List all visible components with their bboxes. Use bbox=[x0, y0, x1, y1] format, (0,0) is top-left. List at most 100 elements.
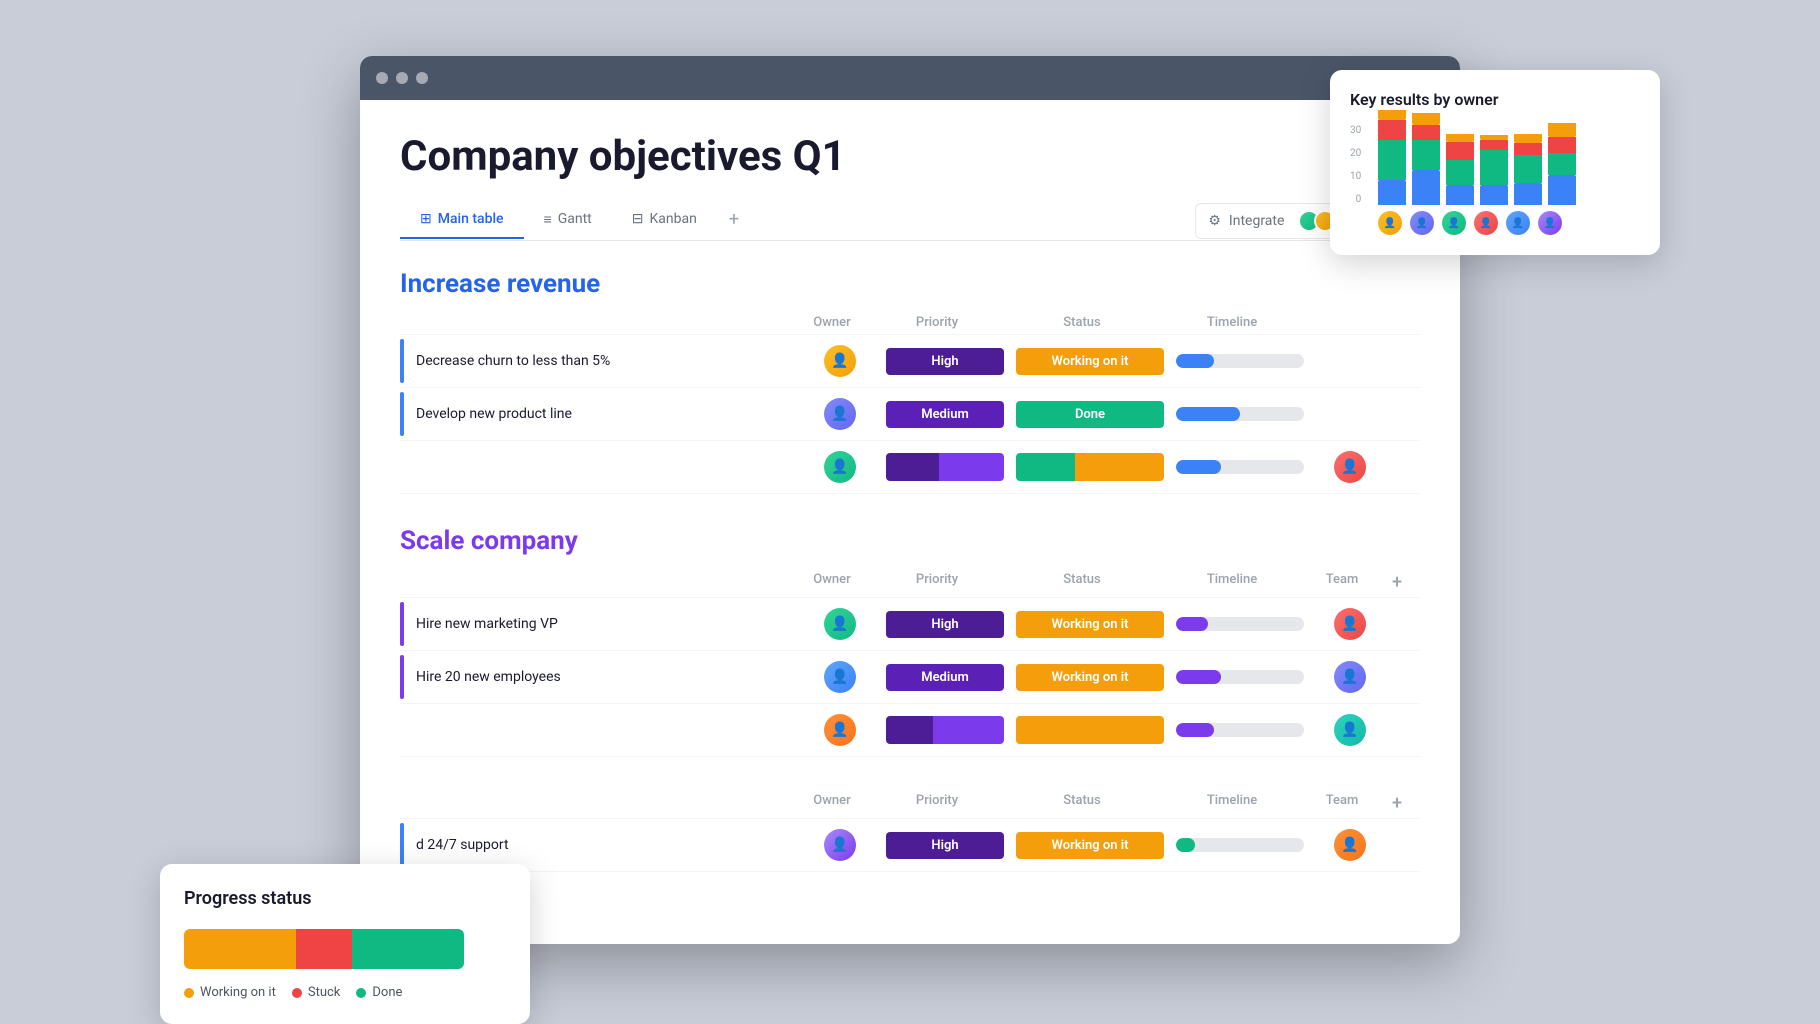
browser-window: Company objectives Q1 ⊞ Main table ≡ Gan… bbox=[360, 56, 1460, 944]
timeline-fill-sup1 bbox=[1176, 838, 1195, 852]
table-header-revenue: Owner Priority Status Timeline bbox=[400, 311, 1420, 334]
integrate-label: Integrate bbox=[1229, 213, 1285, 229]
dot-stuck bbox=[292, 988, 302, 998]
legend-label-stuck: Stuck bbox=[308, 985, 341, 1000]
table-row-partial-s: 👤 bbox=[400, 703, 1420, 757]
table-header-support: Owner Priority Status Timeline Team + bbox=[400, 789, 1420, 818]
add-tab-button[interactable]: + bbox=[717, 201, 751, 240]
mixed-priority-bar bbox=[886, 453, 1004, 481]
table-icon: ⊞ bbox=[420, 211, 432, 227]
timeline-fill-partial-s bbox=[1176, 723, 1214, 737]
col-label-s bbox=[408, 572, 792, 593]
status-badge-1: Working on it bbox=[1016, 348, 1164, 375]
timeline-s1 bbox=[1170, 617, 1310, 631]
timeline-fill-1 bbox=[1176, 354, 1214, 368]
status-sup1: Working on it bbox=[1010, 832, 1170, 859]
col-priority-label: Priority bbox=[872, 315, 1002, 330]
owner-cell-partial: 👤 bbox=[800, 451, 880, 483]
col-add-label bbox=[1382, 315, 1412, 330]
chart-avatars: 👤 👤 👤 👤 👤 👤 bbox=[1350, 211, 1640, 235]
kanban-icon: ⊟ bbox=[632, 211, 644, 227]
col-timeline-sup: Timeline bbox=[1162, 793, 1302, 814]
tab-kanban[interactable]: ⊟ Kanban bbox=[612, 203, 717, 239]
gantt-icon: ≡ bbox=[544, 211, 552, 228]
col-label bbox=[408, 315, 792, 330]
section-scale-company: Scale company Owner Priority Status Time… bbox=[400, 526, 1420, 757]
priority-s1: High bbox=[880, 611, 1010, 638]
row-bar-s1 bbox=[400, 602, 404, 646]
bar-seg-red-3 bbox=[1446, 142, 1474, 160]
team-avatar-s2: 👤 bbox=[1334, 661, 1366, 693]
timeline-bar-partial-s bbox=[1176, 723, 1304, 737]
col-status-sup: Status bbox=[1002, 793, 1162, 814]
bar-seg-green-1 bbox=[1378, 140, 1406, 180]
team-sup1: 👤 bbox=[1310, 829, 1390, 861]
priority-s2: Medium bbox=[880, 664, 1010, 691]
legend-stuck: Stuck bbox=[292, 985, 341, 1000]
tab-gantt-label: Gantt bbox=[558, 211, 592, 227]
browser-content: Company objectives Q1 ⊞ Main table ≡ Gan… bbox=[360, 100, 1460, 944]
owner-sup1: 👤 bbox=[800, 829, 880, 861]
chart-bars bbox=[1350, 125, 1576, 205]
integrate-icon: ⚙ bbox=[1208, 213, 1221, 229]
status-cell-2: Done bbox=[1010, 401, 1170, 428]
avatar-1: 👤 bbox=[824, 345, 856, 377]
y-label-30: 30 bbox=[1350, 125, 1361, 136]
mixed-status-bar bbox=[1016, 453, 1164, 481]
row-bar-1 bbox=[400, 339, 404, 383]
table-row: Hire 20 new employees 👤 Medium Working o… bbox=[400, 650, 1420, 703]
timeline-bar-2 bbox=[1176, 407, 1304, 421]
col-team-label bbox=[1302, 315, 1382, 330]
popup-key-results: Key results by owner 30 20 10 0 bbox=[1330, 70, 1660, 255]
progress-title: Progress status bbox=[184, 888, 506, 909]
avatar-2: 👤 bbox=[824, 398, 856, 430]
bar-seg-red-5 bbox=[1514, 143, 1542, 155]
section-title-scale: Scale company bbox=[400, 526, 1420, 556]
table-row: Develop new product line 👤 Medium Done bbox=[400, 387, 1420, 440]
col-priority-s: Priority bbox=[872, 572, 1002, 593]
row-text-sup1: d 24/7 support bbox=[416, 837, 509, 853]
timeline-bar-partial bbox=[1176, 460, 1304, 474]
bar-seg-green-3 bbox=[1446, 160, 1474, 185]
timeline-bar-s1 bbox=[1176, 617, 1304, 631]
bar-seg-orange-1 bbox=[1378, 110, 1406, 120]
col-owner-label: Owner bbox=[792, 315, 872, 330]
progress-segment-done bbox=[352, 929, 464, 969]
bar-seg-red-1 bbox=[1378, 120, 1406, 140]
add-col-header-sup[interactable]: + bbox=[1382, 793, 1412, 814]
chart-container: 30 20 10 0 bbox=[1350, 125, 1640, 235]
add-col-header[interactable]: + bbox=[1382, 572, 1412, 593]
bar-seg-orange-6 bbox=[1548, 123, 1576, 137]
priority-cell-partial bbox=[880, 453, 1010, 481]
tab-gantt[interactable]: ≡ Gantt bbox=[524, 203, 612, 240]
chart-av-2: 👤 bbox=[1410, 211, 1434, 235]
legend-done: Done bbox=[356, 985, 402, 1000]
status-partial-s bbox=[1010, 716, 1170, 744]
bar-seg-green-4 bbox=[1480, 150, 1508, 185]
bar-seg-blue-1 bbox=[1378, 180, 1406, 205]
section-support: Owner Priority Status Timeline Team + d … bbox=[400, 789, 1420, 872]
col-label-sup bbox=[408, 793, 792, 814]
col-team-sup: Team bbox=[1302, 793, 1382, 814]
progress-legend: Working on it Stuck Done bbox=[184, 985, 506, 1000]
tab-main-table[interactable]: ⊞ Main table bbox=[400, 203, 524, 239]
priority-cell-1: High bbox=[880, 348, 1010, 375]
chart-av-6: 👤 bbox=[1538, 211, 1562, 235]
bar-seg-blue-5 bbox=[1514, 183, 1542, 205]
y-label-20: 20 bbox=[1350, 148, 1361, 159]
table-row: Decrease churn to less than 5% 👤 High Wo… bbox=[400, 334, 1420, 387]
timeline-partial-s bbox=[1170, 723, 1310, 737]
col-timeline-s: Timeline bbox=[1162, 572, 1302, 593]
tab-kanban-label: Kanban bbox=[649, 211, 696, 227]
team-avatar-partial-s: 👤 bbox=[1334, 714, 1366, 746]
team-s1: 👤 bbox=[1310, 608, 1390, 640]
bar-seg-blue-2 bbox=[1412, 170, 1440, 205]
bar-seg-red-4 bbox=[1480, 140, 1508, 150]
avatar-partial-s: 👤 bbox=[824, 714, 856, 746]
bar-seg-green-2 bbox=[1412, 140, 1440, 170]
team-avatar-sup1: 👤 bbox=[1334, 829, 1366, 861]
row-scale-2: Hire 20 new employees bbox=[400, 655, 800, 699]
status-badge-sup1: Working on it bbox=[1016, 832, 1164, 859]
timeline-fill-s2 bbox=[1176, 670, 1221, 684]
section-title-revenue: Increase revenue bbox=[400, 269, 1420, 299]
